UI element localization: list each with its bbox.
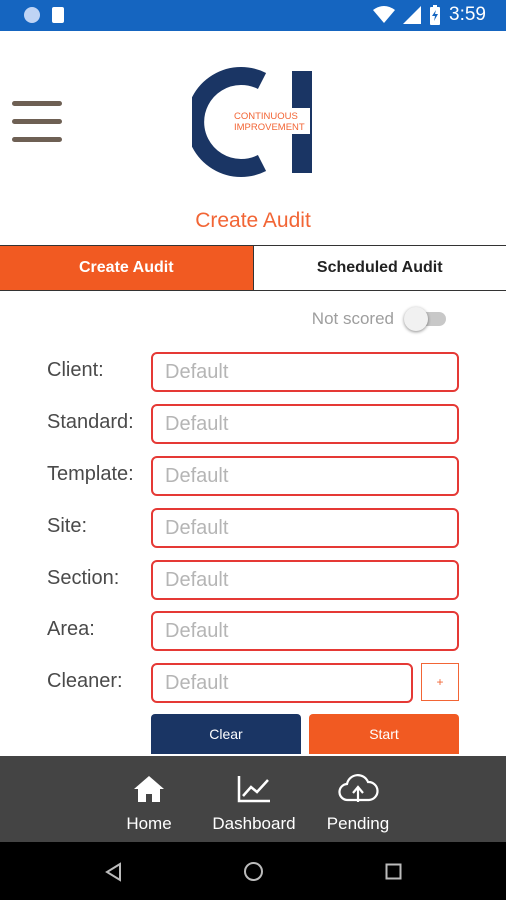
- area-label: Area:: [47, 618, 95, 640]
- system-nav-bar: [0, 842, 506, 900]
- section-label: Section:: [47, 567, 120, 589]
- tab-create-audit[interactable]: Create Audit: [0, 246, 253, 290]
- scored-toggle-label: Not scored: [311, 309, 394, 328]
- template-row: Template: Default: [0, 456, 506, 496]
- signal-icon: [403, 6, 422, 24]
- sd-card-icon: [52, 7, 64, 23]
- client-label: Client:: [47, 359, 104, 381]
- tab-bar: Create Audit Scheduled Audit: [0, 245, 506, 291]
- nav-dashboard-label: Dashboard: [212, 814, 296, 833]
- nav-home-label: Home: [126, 814, 172, 833]
- scored-toggle[interactable]: [404, 307, 446, 331]
- area-select[interactable]: Default: [151, 611, 459, 651]
- menu-icon[interactable]: [12, 101, 64, 145]
- nav-pending[interactable]: Pending: [322, 756, 394, 842]
- ci-logo: CONTINUOUS IMPROVEMENT: [192, 67, 312, 177]
- client-row: Client: Default: [0, 352, 506, 392]
- area-row: Area: Default: [0, 611, 506, 651]
- template-label: Template:: [47, 463, 134, 485]
- template-select[interactable]: Default: [151, 456, 459, 496]
- page-title: Create Audit: [195, 209, 311, 232]
- chart-icon: [237, 776, 270, 803]
- status-bar: 3:59: [0, 0, 506, 31]
- standard-label: Standard:: [47, 411, 134, 433]
- app-header: CONTINUOUS IMPROVEMENT Create Audit: [0, 31, 506, 245]
- section-row: Section: Default: [0, 560, 506, 600]
- nav-dashboard[interactable]: Dashboard: [208, 756, 300, 842]
- site-row: Site: Default: [0, 508, 506, 548]
- section-select[interactable]: Default: [151, 560, 459, 600]
- svg-text:IMPROVEMENT: IMPROVEMENT: [234, 122, 305, 133]
- standard-row: Standard: Default: [0, 404, 506, 444]
- clear-button[interactable]: Clear: [151, 714, 301, 754]
- wifi-icon: [373, 6, 396, 23]
- bottom-nav: Home Dashboard Pending: [0, 756, 506, 842]
- scored-toggle-row: Not scored: [311, 307, 446, 331]
- start-button[interactable]: Start: [309, 714, 459, 754]
- notification-dot-icon: [24, 7, 40, 23]
- cleaner-label: Cleaner:: [47, 670, 123, 692]
- cleaner-row: Cleaner: Default +: [0, 663, 506, 703]
- site-select[interactable]: Default: [151, 508, 459, 548]
- nav-pending-label: Pending: [326, 814, 390, 833]
- cleaner-select[interactable]: Default: [151, 663, 413, 703]
- cloud-upload-icon: [338, 774, 379, 802]
- nav-home[interactable]: Home: [118, 756, 180, 842]
- svg-text:CONTINUOUS: CONTINUOUS: [234, 111, 298, 122]
- battery-icon: [430, 5, 441, 25]
- site-label: Site:: [47, 515, 88, 537]
- add-cleaner-button[interactable]: +: [421, 663, 459, 701]
- clock: 3:59: [449, 4, 486, 25]
- standard-select[interactable]: Default: [151, 404, 459, 444]
- home-icon: [134, 776, 164, 802]
- toggle-knob: [404, 307, 428, 331]
- back-icon[interactable]: [104, 862, 122, 882]
- client-select[interactable]: Default: [151, 352, 459, 392]
- tab-scheduled-audit[interactable]: Scheduled Audit: [252, 246, 506, 290]
- recents-icon[interactable]: [385, 863, 402, 880]
- home-circle-icon[interactable]: [243, 861, 264, 882]
